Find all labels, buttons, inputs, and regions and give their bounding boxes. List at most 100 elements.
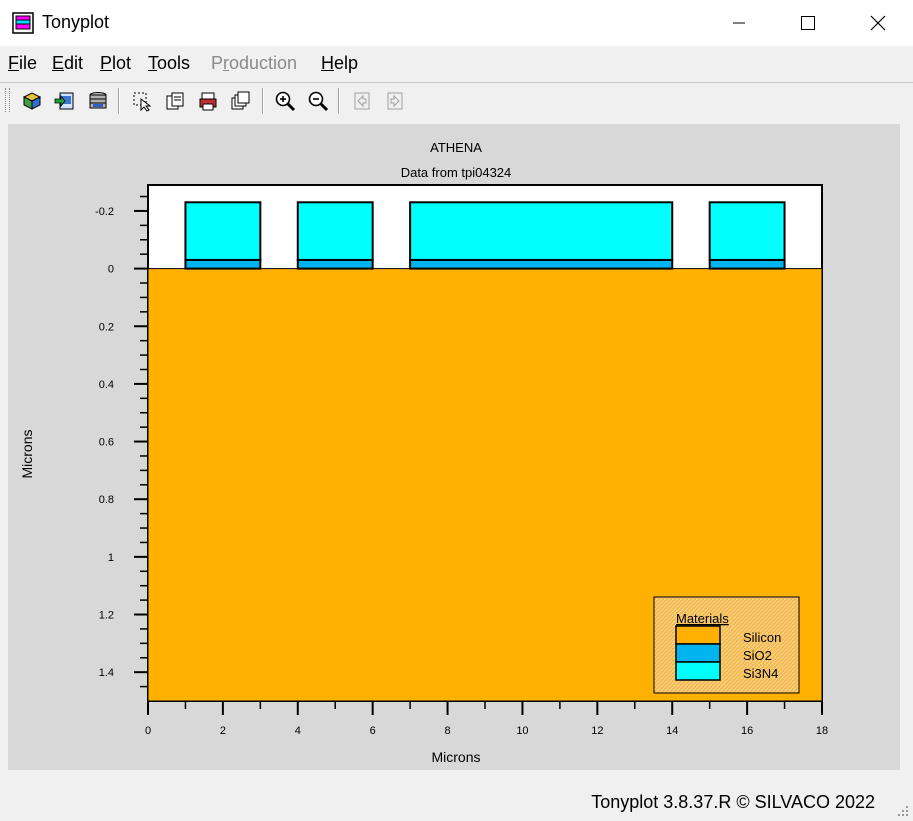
toolbar-grip[interactable] <box>5 88 10 112</box>
menu-file-mnemonic: F <box>8 53 19 73</box>
zoom-in-button[interactable] <box>273 89 297 113</box>
y-tick-label: 1.4 <box>99 667 114 679</box>
menu-file[interactable]: File <box>8 53 37 74</box>
menu-help-label: elp <box>334 53 359 73</box>
legend[interactable]: Materials Silicon SiO2 Si3N4 <box>653 596 800 694</box>
x-axis-ticks: 0 2 4 6 8 10 12 14 16 18 <box>145 701 828 737</box>
region-sio2-5 <box>409 258 674 270</box>
zoom-in-icon <box>275 91 296 112</box>
duplicate-button[interactable] <box>229 89 253 113</box>
prev-icon <box>354 92 370 110</box>
menu-help-mnemonic: H <box>321 53 334 73</box>
maximize-icon <box>801 16 815 30</box>
x-tick-label: 8 <box>444 725 450 737</box>
region-sio2-3 <box>296 258 374 270</box>
y-tick-label: 0 <box>108 264 114 276</box>
save-button[interactable] <box>86 89 110 113</box>
next-plot-button[interactable] <box>383 89 407 113</box>
menu-file-label: ile <box>19 53 38 73</box>
y-tick-label: 1 <box>108 552 114 564</box>
x-tick-label: 10 <box>516 725 528 737</box>
region-sio2-1 <box>184 258 262 270</box>
close-icon <box>870 15 886 31</box>
legend-label-silicon: Silicon <box>743 630 781 645</box>
menu-edit[interactable]: Edit <box>52 53 83 74</box>
print-icon <box>199 92 217 111</box>
x-tick-label: 4 <box>295 725 301 737</box>
legend-label-sio2: SiO2 <box>743 648 772 663</box>
plot-subtitle: Data from tpi04324 <box>401 165 512 180</box>
x-tick-label: 14 <box>666 725 678 737</box>
status-bar: Tonyplot 3.8.37.R © SILVACO 2022 <box>0 780 913 821</box>
title-bar: Tonyplot <box>0 0 913 46</box>
import-button[interactable] <box>53 89 77 113</box>
legend-title: Materials <box>676 611 729 626</box>
x-tick-label: 2 <box>220 725 226 737</box>
legend-swatch-silicon <box>675 625 721 645</box>
save-icon <box>89 92 107 109</box>
y-tick-label: 0.8 <box>99 494 114 506</box>
minimize-button[interactable] <box>716 0 762 46</box>
menu-edit-mnemonic: E <box>52 53 65 73</box>
x-tick-label: 12 <box>591 725 603 737</box>
toolbar-separator <box>338 88 340 114</box>
copy-icon <box>166 92 184 110</box>
import-icon <box>54 92 74 110</box>
y-tick-label: 1.2 <box>99 610 114 622</box>
x-tick-label: 0 <box>145 725 151 737</box>
select-button[interactable] <box>130 89 154 113</box>
menu-edit-label: dit <box>64 53 84 73</box>
region-si3n4-6 <box>409 201 674 261</box>
close-button[interactable] <box>855 0 901 46</box>
y-tick-label: 0.2 <box>99 321 114 333</box>
region-si3n4-4 <box>296 201 374 261</box>
menu-tools[interactable]: Tools <box>148 53 190 74</box>
menu-production[interactable]: Production <box>211 53 297 74</box>
load-icon <box>22 92 42 110</box>
status-text: Tonyplot 3.8.37.R © SILVACO 2022 <box>591 792 875 812</box>
toolbar-separator <box>118 88 120 114</box>
region-si3n4-2 <box>184 201 262 261</box>
print-button[interactable] <box>196 89 220 113</box>
legend-swatch-si3n4 <box>675 661 721 681</box>
copy-button[interactable] <box>163 89 187 113</box>
menu-plot-label: lot <box>112 53 132 73</box>
menu-tools-mnemonic: T <box>148 53 157 73</box>
x-tick-label: 6 <box>370 725 376 737</box>
window-title: Tonyplot <box>42 12 110 32</box>
plot-area[interactable]: ATHENA Data from tpi04324 -0.2 0 0.2 0.4 0.6… <box>8 124 900 770</box>
plot-title: ATHENA <box>430 140 482 155</box>
previous-plot-button[interactable] <box>350 89 374 113</box>
menu-plot[interactable]: Plot <box>100 53 131 74</box>
tonyplot-app-icon <box>12 12 34 34</box>
load-button[interactable] <box>20 89 44 113</box>
resize-grip-icon[interactable] <box>896 804 910 818</box>
menu-plot-mnemonic: P <box>100 53 113 73</box>
zoom-out-button[interactable] <box>306 89 330 113</box>
minimize-icon <box>733 22 745 24</box>
menu-help[interactable]: Help <box>321 53 358 74</box>
menu-production-prefix: P <box>211 53 224 73</box>
legend-swatch-sio2 <box>675 643 721 663</box>
x-tick-label: 18 <box>816 725 828 737</box>
menu-production-label: oduction <box>229 53 298 73</box>
y-axis-ticks: -0.2 0 0.2 0.4 0.6 0.8 1 1.2 1.4 <box>95 195 148 688</box>
menu-separator <box>0 82 913 83</box>
x-axis-label: Microns <box>431 749 480 765</box>
duplicate-icon <box>231 91 250 110</box>
select-icon <box>133 92 152 112</box>
zoom-out-icon <box>308 91 329 112</box>
structure-plot[interactable]: ATHENA Data from tpi04324 -0.2 0 0.2 0.4 0.6… <box>8 124 900 770</box>
menu-tools-label: ools <box>157 53 191 73</box>
y-axis-label: Microns <box>19 429 35 478</box>
x-tick-label: 16 <box>741 725 753 737</box>
y-tick-label: -0.2 <box>95 206 114 218</box>
next-icon <box>387 92 403 110</box>
region-sio2-7 <box>708 258 786 270</box>
region-si3n4-8 <box>708 201 786 261</box>
y-tick-label: 0.4 <box>99 379 114 391</box>
maximize-button[interactable] <box>785 0 831 46</box>
menu-bar: File Edit Plot Tools Production Help <box>0 48 913 80</box>
toolbar-separator <box>262 88 264 114</box>
legend-label-si3n4: Si3N4 <box>743 666 778 681</box>
